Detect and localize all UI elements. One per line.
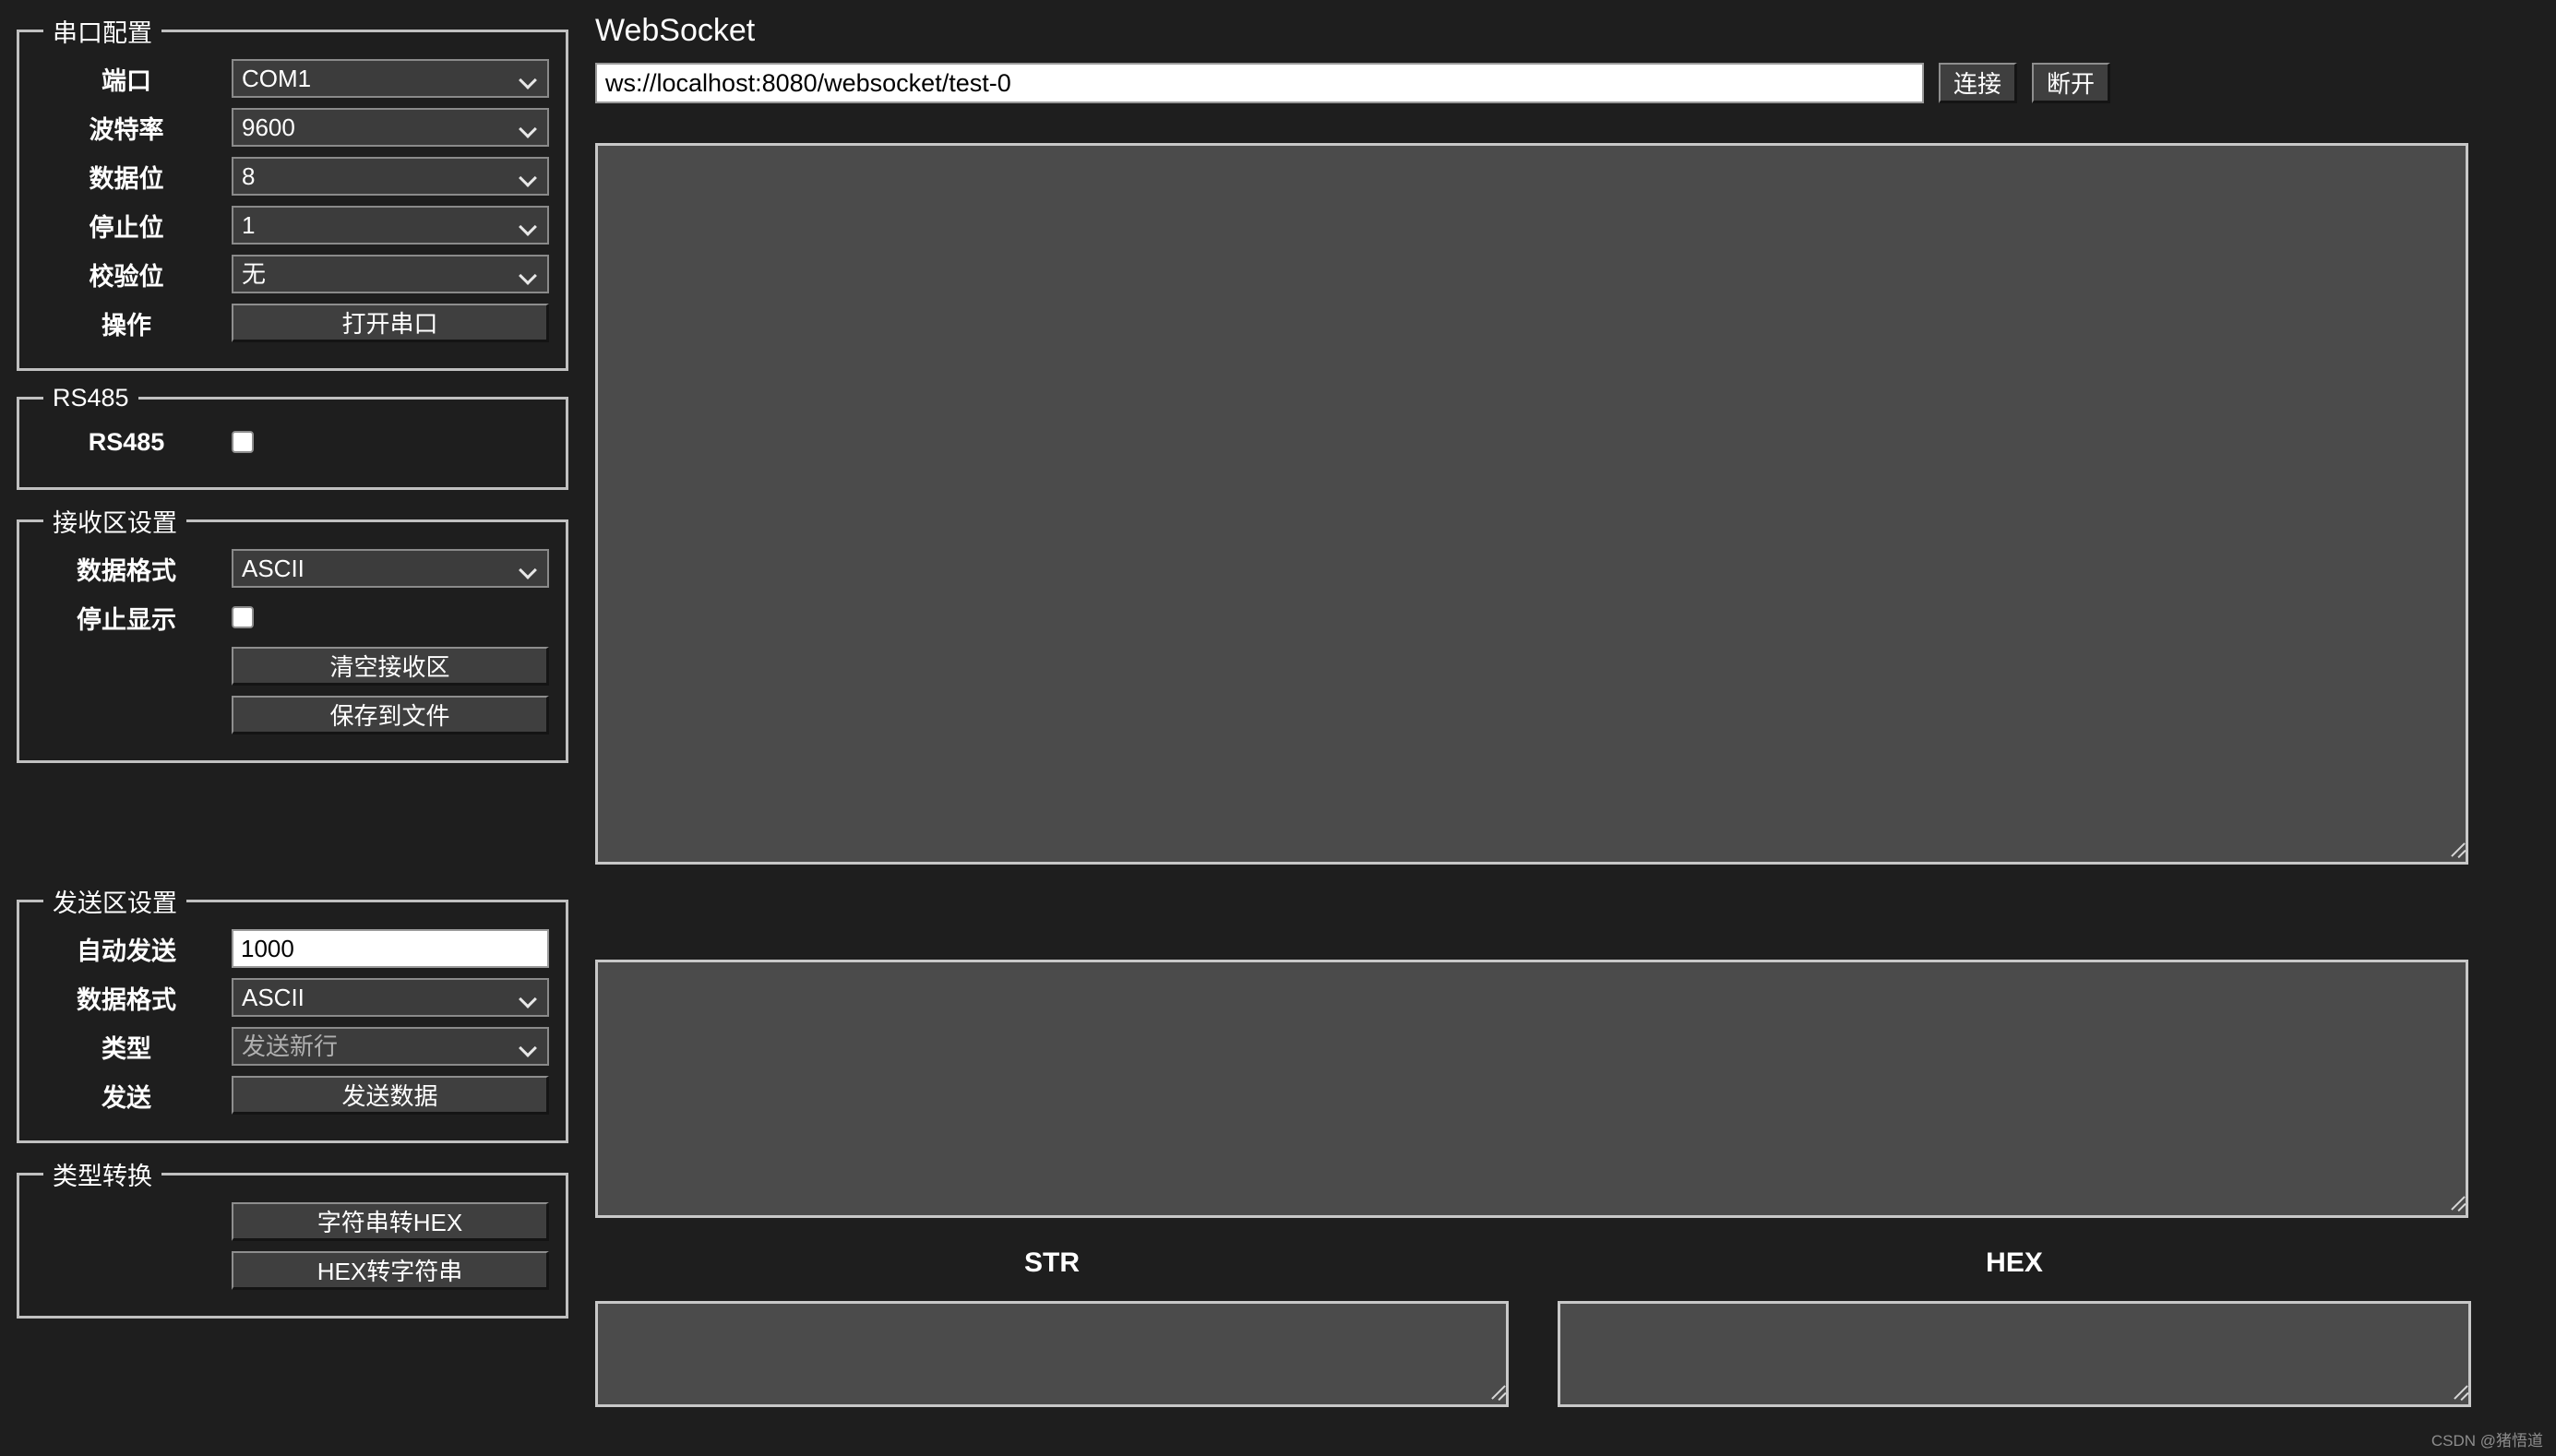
- auto-send-interval-input[interactable]: 1000: [232, 929, 549, 968]
- label-send-format: 数据格式: [36, 980, 232, 1016]
- save-to-file-button[interactable]: 保存到文件: [232, 696, 549, 734]
- label-databits: 数据位: [36, 159, 232, 195]
- resize-grip-icon: [1485, 1383, 1503, 1402]
- chevron-down-icon: [520, 123, 536, 132]
- chevron-down-icon: [520, 564, 536, 573]
- chevron-down-icon: [520, 269, 536, 279]
- chevron-down-icon: [520, 172, 536, 181]
- websocket-title: WebSocket: [595, 13, 755, 49]
- select-databits[interactable]: 8: [232, 157, 549, 196]
- websocket-connect-button[interactable]: 连接: [1939, 63, 2017, 103]
- row-stop-display: 停止显示: [36, 597, 549, 638]
- hex-title: HEX: [1558, 1247, 2471, 1279]
- hex-to-string-button[interactable]: HEX转字符串: [232, 1251, 549, 1290]
- row-send-type: 类型 发送新行: [36, 1026, 549, 1067]
- row-save-file: 保存到文件: [36, 695, 549, 735]
- row-parity: 校验位 无: [36, 254, 549, 294]
- select-port-value: COM1: [242, 65, 311, 92]
- label-baudrate: 波特率: [36, 110, 232, 146]
- row-port: 端口 COM1: [36, 58, 549, 99]
- select-send-format-value: ASCII: [242, 984, 305, 1011]
- select-baudrate-value: 9600: [242, 113, 295, 141]
- watermark: CSDN @猪悟道: [2431, 1427, 2543, 1450]
- row-auto-send: 自动发送 1000: [36, 928, 549, 969]
- str-title: STR: [595, 1247, 1509, 1279]
- panel-type-conversion: 类型转换 字符串转HEX HEX转字符串: [17, 1156, 568, 1319]
- chevron-down-icon: [520, 1042, 536, 1051]
- panel-serial-config-legend: 串口配置: [43, 13, 161, 49]
- select-stopbits-value: 1: [242, 211, 255, 239]
- select-recv-format[interactable]: ASCII: [232, 549, 549, 588]
- clear-receive-button[interactable]: 清空接收区: [232, 647, 549, 686]
- label-send-type: 类型: [36, 1029, 232, 1065]
- label-send-action: 发送: [36, 1078, 232, 1114]
- hex-textarea[interactable]: [1558, 1301, 2471, 1407]
- select-parity-value: 无: [242, 260, 266, 288]
- row-str-to-hex: 字符串转HEX: [36, 1201, 549, 1242]
- left-column-spacer: [17, 776, 568, 883]
- string-to-hex-button[interactable]: 字符串转HEX: [232, 1202, 549, 1241]
- select-databits-value: 8: [242, 162, 255, 190]
- label-stopbits: 停止位: [36, 208, 232, 244]
- resize-grip-icon: [2444, 1194, 2463, 1212]
- panel-rs485: RS485 RS485: [17, 384, 568, 490]
- send-data-button[interactable]: 发送数据: [232, 1076, 549, 1115]
- row-databits: 数据位 8: [36, 156, 549, 197]
- websocket-disconnect-button[interactable]: 断开: [2032, 63, 2110, 103]
- resize-grip-icon: [2447, 1383, 2466, 1402]
- send-textarea[interactable]: [595, 960, 2468, 1218]
- rs485-checkbox[interactable]: [232, 431, 254, 453]
- panel-send-settings-legend: 发送区设置: [43, 883, 186, 919]
- panel-type-conversion-legend: 类型转换: [43, 1156, 161, 1192]
- panel-send-settings: 发送区设置 自动发送 1000 数据格式 ASCII 类型 发送新行: [17, 883, 568, 1143]
- label-rs485: RS485: [36, 428, 232, 457]
- label-auto-send: 自动发送: [36, 931, 232, 967]
- select-recv-format-value: ASCII: [242, 555, 305, 582]
- left-settings-column: 串口配置 端口 COM1 波特率 9600 数据位: [17, 13, 568, 1331]
- row-clear-receive: 清空接收区: [36, 646, 549, 686]
- select-send-type-value: 发送新行: [242, 1032, 338, 1060]
- chevron-down-icon: [520, 74, 536, 83]
- panel-serial-config: 串口配置 端口 COM1 波特率 9600 数据位: [17, 13, 568, 371]
- label-stop-display: 停止显示: [36, 600, 232, 636]
- chevron-down-icon: [520, 993, 536, 1002]
- select-parity[interactable]: 无: [232, 255, 549, 293]
- label-operation: 操作: [36, 305, 232, 341]
- open-serial-port-button[interactable]: 打开串口: [232, 304, 549, 342]
- select-send-type[interactable]: 发送新行: [232, 1027, 549, 1066]
- websocket-connection-bar: ws://localhost:8080/websocket/test-0 连接 …: [595, 63, 2431, 103]
- label-parity: 校验位: [36, 257, 232, 292]
- chevron-down-icon: [520, 221, 536, 230]
- select-baudrate[interactable]: 9600: [232, 108, 549, 147]
- row-send-action: 发送 发送数据: [36, 1075, 549, 1116]
- row-send-format: 数据格式 ASCII: [36, 977, 549, 1018]
- panel-receive-settings-legend: 接收区设置: [43, 503, 186, 539]
- websocket-url-input[interactable]: ws://localhost:8080/websocket/test-0: [595, 63, 1924, 103]
- str-textarea[interactable]: [595, 1301, 1509, 1407]
- row-hex-to-str: HEX转字符串: [36, 1250, 549, 1291]
- label-port: 端口: [36, 61, 232, 97]
- row-stopbits: 停止位 1: [36, 205, 549, 245]
- select-port[interactable]: COM1: [232, 59, 549, 98]
- panel-rs485-legend: RS485: [43, 384, 138, 412]
- select-stopbits[interactable]: 1: [232, 206, 549, 245]
- resize-grip-icon: [2444, 841, 2463, 859]
- receive-textarea[interactable]: [595, 143, 2468, 865]
- panel-receive-settings: 接收区设置 数据格式 ASCII 停止显示 清空接收区: [17, 503, 568, 763]
- row-rs485: RS485: [36, 422, 549, 462]
- stop-display-checkbox[interactable]: [232, 606, 254, 628]
- label-recv-format: 数据格式: [36, 551, 232, 587]
- row-baudrate: 波特率 9600: [36, 107, 549, 148]
- select-send-format[interactable]: ASCII: [232, 978, 549, 1017]
- row-operation: 操作 打开串口: [36, 303, 549, 343]
- row-recv-format: 数据格式 ASCII: [36, 548, 549, 589]
